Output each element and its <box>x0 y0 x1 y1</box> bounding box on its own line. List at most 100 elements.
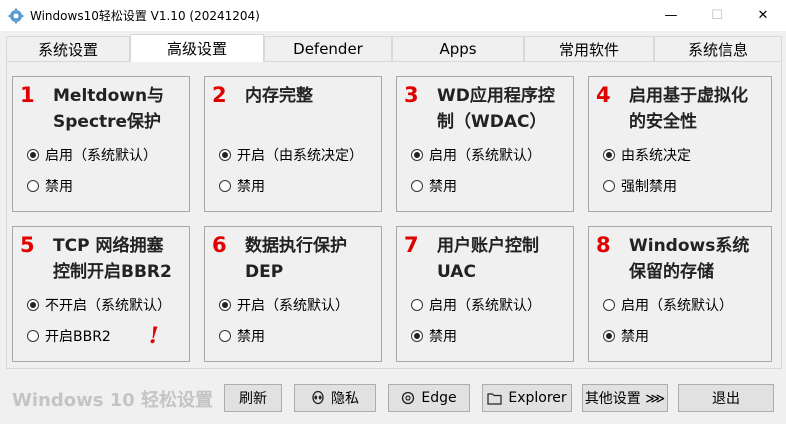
radio-unselected-icon[interactable] <box>411 299 423 311</box>
radio-option-enable[interactable]: 开启（由系统决定） <box>219 145 363 165</box>
card-title: 内存完整 <box>245 83 380 109</box>
radio-option-disable[interactable]: 禁用 <box>411 176 457 196</box>
radio-selected-icon[interactable] <box>27 149 39 161</box>
card-title-line2: 控制开启BBR2 <box>53 262 172 282</box>
card-title: 用户账户控制 UAC <box>437 233 572 285</box>
card-title-line1: Meltdown与 <box>53 86 165 106</box>
card-dep: 6 数据执行保护 DEP 开启（系统默认） 禁用 <box>204 226 382 362</box>
radio-label: 开启（系统默认） <box>237 298 349 314</box>
brand-label: Windows 10 轻松设置 <box>12 390 214 411</box>
tab-bar: 系统设置 高级设置 Defender Apps 常用软件 系统信息 <box>6 34 782 62</box>
card-number: 2 <box>212 83 227 107</box>
radio-option-system[interactable]: 由系统决定 <box>603 145 691 165</box>
radio-unselected-icon[interactable] <box>603 299 615 311</box>
card-number: 4 <box>596 83 611 107</box>
card-title: TCP 网络拥塞 控制开启BBR2 <box>53 233 188 285</box>
edge-icon <box>402 391 415 405</box>
radio-option-enable[interactable]: 启用（系统默认） <box>411 295 541 315</box>
radio-selected-icon[interactable] <box>219 149 231 161</box>
card-meltdown-spectre: 1 Meltdown与 Spectre保护 启用（系统默认） 禁用 <box>12 76 190 212</box>
card-title: Meltdown与 Spectre保护 <box>53 83 188 135</box>
card-title-line2: DEP <box>245 262 284 282</box>
window-controls: — ☐ ✕ <box>648 0 786 31</box>
card-number: 1 <box>20 83 35 107</box>
explorer-label: Explorer <box>508 390 567 406</box>
radio-selected-icon[interactable] <box>411 149 423 161</box>
radio-selected-icon[interactable] <box>27 299 39 311</box>
card-title: 数据执行保护 DEP <box>245 233 380 285</box>
radio-option-enable[interactable]: 启用（系统默认） <box>411 145 541 165</box>
tab-common-software[interactable]: 常用软件 <box>524 36 654 61</box>
card-title-line1: TCP 网络拥塞 <box>53 236 164 256</box>
radio-option-disable[interactable]: 禁用 <box>411 326 457 346</box>
radio-label: 禁用 <box>429 179 457 195</box>
exit-button[interactable]: 退出 <box>678 384 774 412</box>
card-title-line1: 内存完整 <box>245 86 313 106</box>
tab-defender[interactable]: Defender <box>264 36 392 61</box>
window-title: Windows10轻松设置 V1.10 (20241204) <box>30 9 260 23</box>
other-settings-button[interactable]: 其他设置 ⋙ <box>582 384 668 412</box>
tab-advanced-settings[interactable]: 高级设置 <box>130 34 264 62</box>
card-title-line1: 用户账户控制 <box>437 236 539 256</box>
radio-label: 启用（系统默认） <box>429 148 541 164</box>
radio-label: 禁用 <box>237 329 265 345</box>
card-title-line2: 的安全性 <box>629 112 697 132</box>
card-tcp-bbr2: 5 TCP 网络拥塞 控制开启BBR2 不开启（系统默认） 开启BBR2 ! <box>12 226 190 362</box>
radio-unselected-icon[interactable] <box>219 180 231 192</box>
card-uac: 7 用户账户控制 UAC 启用（系统默认） 禁用 <box>396 226 574 362</box>
title-bar: Windows10轻松设置 V1.10 (20241204) — ☐ ✕ <box>0 0 786 31</box>
radio-option-enable[interactable]: 开启（系统默认） <box>219 295 349 315</box>
card-title: 启用基于虚拟化 的安全性 <box>629 83 764 135</box>
radio-unselected-icon[interactable] <box>219 330 231 342</box>
card-number: 5 <box>20 233 35 257</box>
radio-option-enable[interactable]: 启用（系统默认） <box>27 145 157 165</box>
radio-unselected-icon[interactable] <box>411 180 423 192</box>
radio-option-disable[interactable]: 禁用 <box>27 176 73 196</box>
card-title-line1: 数据执行保护 <box>245 236 347 256</box>
radio-label: 不开启（系统默认） <box>45 298 171 314</box>
explorer-button[interactable]: Explorer <box>482 384 572 412</box>
other-settings-label: 其他设置 ⋙ <box>584 391 666 407</box>
edge-button[interactable]: Edge <box>388 384 470 412</box>
tab-system-info[interactable]: 系统信息 <box>654 36 782 61</box>
radio-selected-icon[interactable] <box>603 330 615 342</box>
radio-option-enable[interactable]: 启用（系统默认） <box>603 295 733 315</box>
radio-label: 启用（系统默认） <box>621 298 733 314</box>
edge-label: Edge <box>421 390 457 406</box>
card-title-line1: Windows系统 <box>629 236 750 256</box>
radio-label: 启用（系统默认） <box>45 148 157 164</box>
radio-label: 禁用 <box>429 329 457 345</box>
card-title-line2: UAC <box>437 262 476 282</box>
refresh-button[interactable]: 刷新 <box>224 384 282 412</box>
radio-unselected-icon[interactable] <box>603 180 615 192</box>
radio-option-no-bbr2[interactable]: 不开启（系统默认） <box>27 295 171 315</box>
privacy-button[interactable]: 隐私 <box>294 384 376 412</box>
radio-label: 禁用 <box>237 179 265 195</box>
radio-option-disable[interactable]: 禁用 <box>603 326 649 346</box>
radio-option-disable[interactable]: 禁用 <box>219 326 265 346</box>
radio-selected-icon[interactable] <box>411 330 423 342</box>
radio-label: 启用（系统默认） <box>429 298 541 314</box>
maximize-button[interactable]: ☐ <box>694 0 740 31</box>
alien-icon <box>312 391 324 405</box>
tab-apps[interactable]: Apps <box>392 36 524 61</box>
card-number: 3 <box>404 83 419 107</box>
radio-unselected-icon[interactable] <box>27 180 39 192</box>
radio-option-force-disable[interactable]: 强制禁用 <box>603 176 677 196</box>
close-button[interactable]: ✕ <box>740 0 786 31</box>
exit-label: 退出 <box>712 391 740 407</box>
card-reserved-storage: 8 Windows系统 保留的存储 启用（系统默认） 禁用 <box>588 226 772 362</box>
refresh-label: 刷新 <box>239 391 267 407</box>
card-memory-integrity: 2 内存完整 开启（由系统决定） 禁用 <box>204 76 382 212</box>
warning-icon: ! <box>149 323 159 349</box>
radio-selected-icon[interactable] <box>219 299 231 311</box>
advanced-settings-panel: 1 Meltdown与 Spectre保护 启用（系统默认） 禁用 2 内存完整… <box>6 61 782 369</box>
radio-unselected-icon[interactable] <box>27 330 39 342</box>
radio-selected-icon[interactable] <box>603 149 615 161</box>
card-number: 8 <box>596 233 611 257</box>
radio-option-disable[interactable]: 禁用 <box>219 176 265 196</box>
minimize-button[interactable]: — <box>648 0 694 31</box>
radio-option-bbr2[interactable]: 开启BBR2 <box>27 326 111 346</box>
tab-system-settings[interactable]: 系统设置 <box>6 36 130 61</box>
card-title: WD应用程序控 制（WDAC） <box>437 83 572 135</box>
